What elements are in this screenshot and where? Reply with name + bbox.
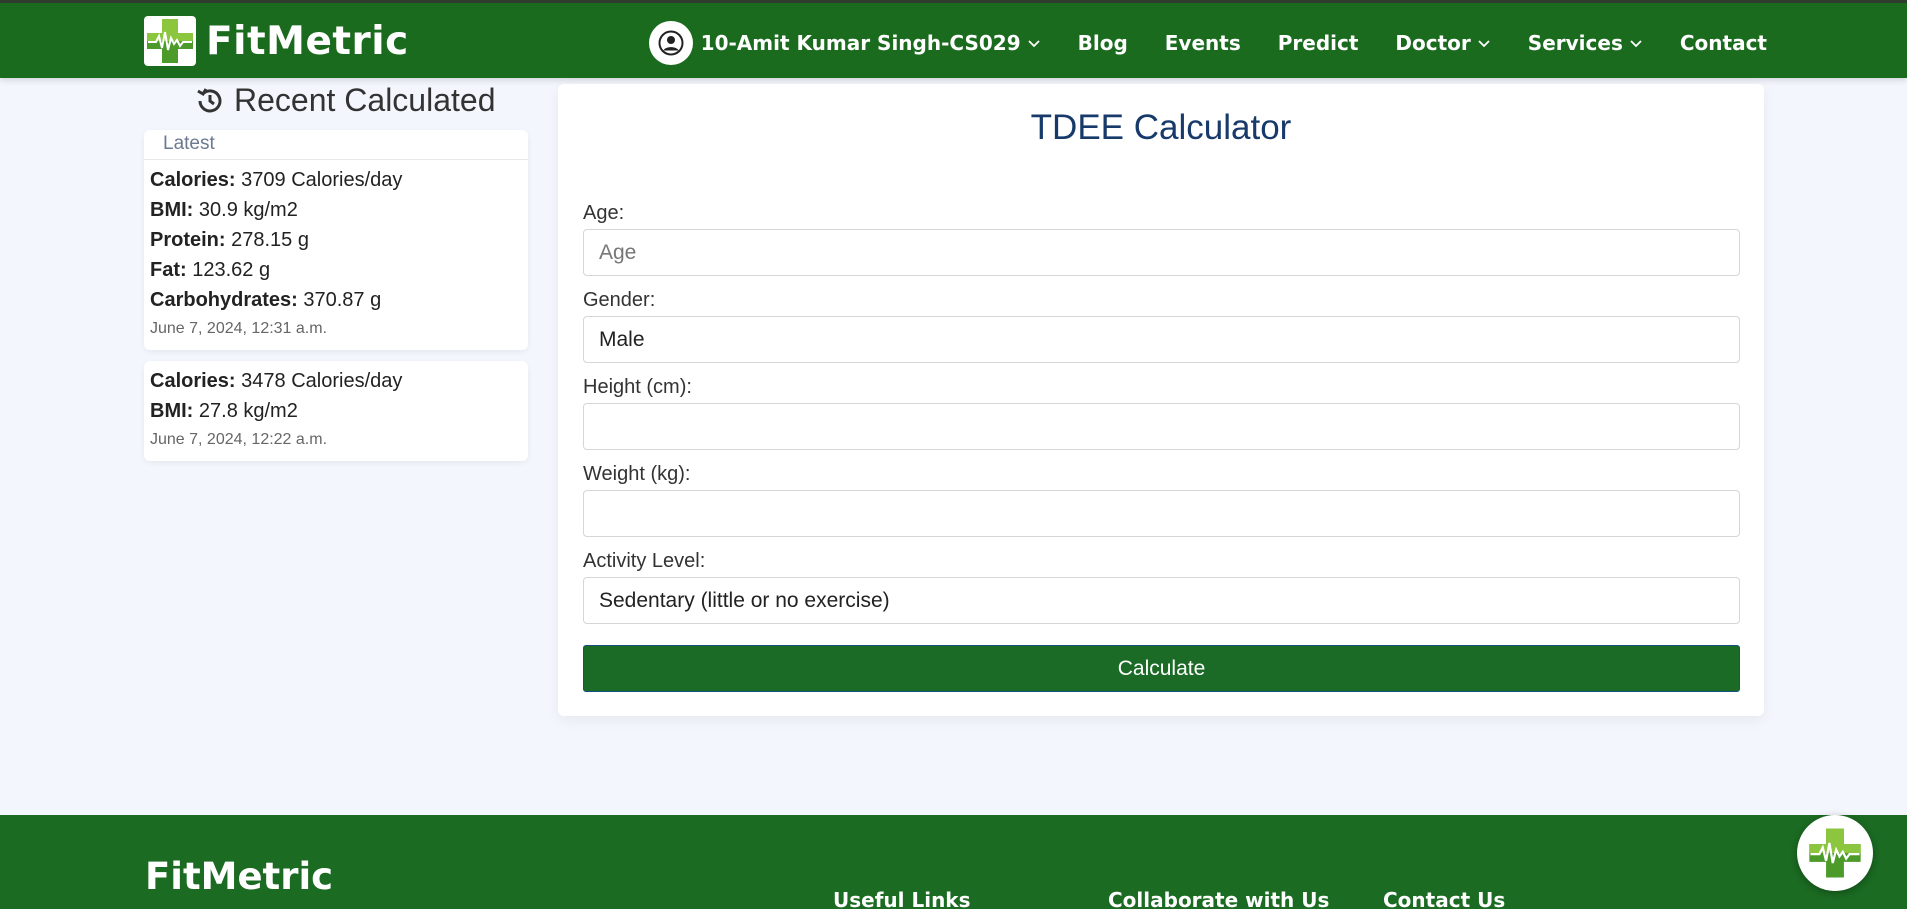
main-nav: 10-Amit Kumar Singh-CS029 Blog Events Pr… bbox=[648, 21, 1767, 65]
gender-label: Gender: bbox=[583, 289, 656, 311]
result-row-bmi: BMI: 27.8 kg/m2 bbox=[150, 400, 298, 422]
chevron-down-icon bbox=[1478, 40, 1490, 48]
medical-cross-heartbeat-icon bbox=[144, 16, 196, 66]
activity-level-select[interactable]: Sedentary (little or no exercise) bbox=[583, 577, 1740, 624]
recent-calculated-title: Recent Calculated bbox=[234, 82, 496, 118]
recent-result-card: Calories: 3478 Calories/day BMI: 27.8 kg… bbox=[144, 361, 528, 461]
result-row-calories: Calories: 3709 Calories/day bbox=[150, 169, 403, 191]
nav-contact[interactable]: Contact bbox=[1680, 31, 1767, 55]
nav-services-dropdown[interactable]: Services bbox=[1528, 31, 1643, 55]
top-navbar: FitMetric 10-Amit Kumar Singh-CS029 Blog… bbox=[0, 0, 1907, 78]
medical-cross-heartbeat-icon bbox=[1809, 828, 1861, 878]
chevron-down-icon bbox=[1630, 40, 1642, 48]
user-name-label: 10-Amit Kumar Singh-CS029 bbox=[700, 31, 1021, 55]
weight-input[interactable] bbox=[583, 490, 1740, 537]
page-title: TDEE Calculator bbox=[1030, 108, 1292, 147]
result-timestamp: June 7, 2024, 12:22 a.m. bbox=[150, 431, 328, 448]
nav-services-label: Services bbox=[1527, 31, 1623, 55]
latest-badge: Latest bbox=[144, 130, 528, 160]
result-row-protein: Protein: 278.15 g bbox=[150, 229, 309, 251]
user-avatar-icon bbox=[648, 21, 693, 65]
result-row-bmi: BMI: 30.9 kg/m2 bbox=[150, 199, 298, 221]
chevron-down-icon bbox=[1027, 40, 1040, 48]
footer-heading-collaborate: Collaborate with Us bbox=[1108, 888, 1330, 909]
history-icon bbox=[197, 87, 222, 112]
brand-link[interactable]: FitMetric bbox=[144, 16, 409, 66]
calculate-button[interactable]: Calculate bbox=[583, 645, 1740, 692]
brand-name: FitMetric bbox=[206, 18, 409, 64]
nav-events[interactable]: Events bbox=[1165, 31, 1241, 55]
result-timestamp: June 7, 2024, 12:31 a.m. bbox=[150, 320, 328, 337]
nav-blog[interactable]: Blog bbox=[1078, 31, 1128, 55]
user-menu-dropdown[interactable]: 10-Amit Kumar Singh-CS029 bbox=[648, 21, 1041, 65]
gender-select[interactable]: Male bbox=[583, 316, 1740, 363]
result-row-calories: Calories: 3478 Calories/day bbox=[150, 370, 403, 392]
recent-calculated-heading: Recent Calculated bbox=[194, 82, 495, 119]
activity-level-label: Activity Level: bbox=[583, 550, 706, 572]
weight-label: Weight (kg): bbox=[583, 463, 691, 485]
tdee-calculator-panel: TDEE Calculator Age: Age Gender: Male He… bbox=[558, 84, 1764, 716]
nav-doctor-label: Doctor bbox=[1395, 31, 1471, 55]
result-row-fat: Fat: 123.62 g bbox=[150, 259, 271, 281]
height-input[interactable] bbox=[583, 403, 1740, 450]
age-label: Age: bbox=[583, 202, 625, 224]
footer: FitMetric Useful Links Collaborate with … bbox=[0, 815, 1907, 909]
footer-heading-useful-links: Useful Links bbox=[833, 888, 971, 909]
recent-result-card-latest: Latest Calories: 3709 Calories/day BMI: … bbox=[144, 130, 528, 350]
age-input[interactable]: Age bbox=[583, 229, 1740, 276]
floating-chat-button[interactable] bbox=[1797, 815, 1873, 891]
height-label: Height (cm): bbox=[583, 376, 692, 398]
result-row-carbohydrates: Carbohydrates: 370.87 g bbox=[150, 289, 382, 311]
footer-brand: FitMetric bbox=[145, 855, 334, 898]
nav-doctor-dropdown[interactable]: Doctor bbox=[1395, 31, 1490, 55]
nav-predict[interactable]: Predict bbox=[1278, 31, 1359, 55]
footer-heading-contact: Contact Us bbox=[1383, 888, 1506, 909]
